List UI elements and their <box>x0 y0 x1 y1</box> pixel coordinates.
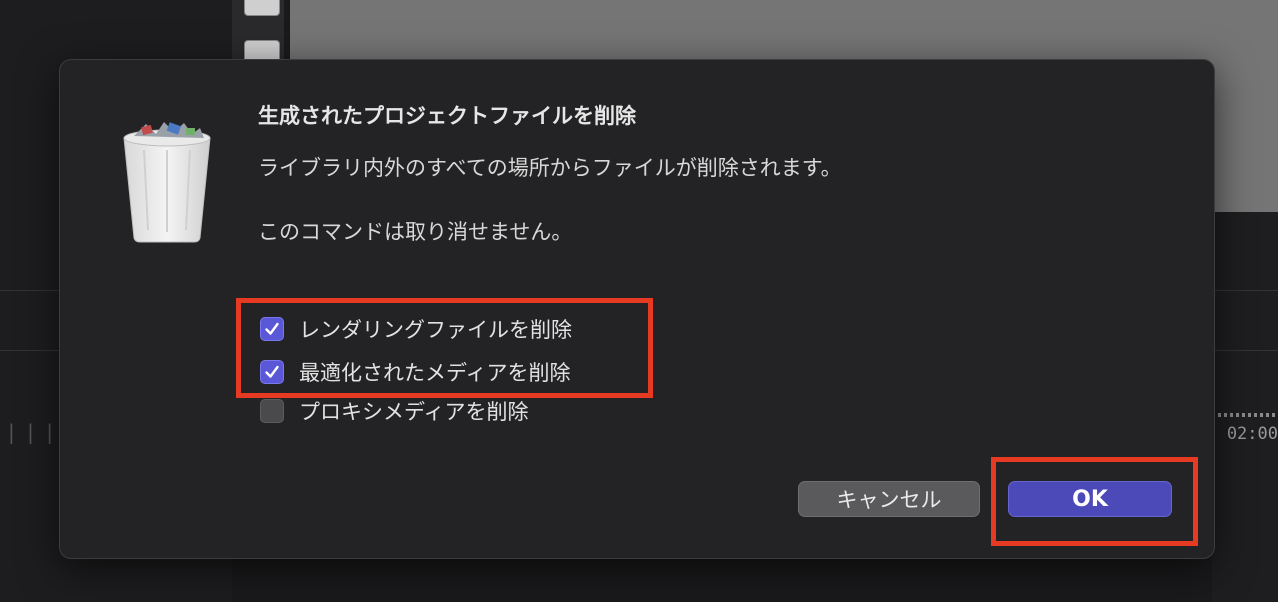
dialog-title: 生成されたプロジェクトファイルを削除 <box>258 104 636 128</box>
dialog-warning: このコマンドは取り消せません。 <box>258 220 573 244</box>
background-thumbnail <box>244 0 280 16</box>
background-inspector <box>1212 212 1278 602</box>
trash-icon <box>123 122 211 243</box>
background-ruler <box>1212 413 1278 417</box>
ok-highlight-box <box>991 457 1198 546</box>
background-timecode: 02:00 <box>1226 424 1278 444</box>
proxy-media-label: プロキシメディアを削除 <box>299 400 529 424</box>
cancel-button[interactable]: キャンセル <box>798 481 980 517</box>
checkbox-highlight-box <box>236 298 653 398</box>
option-delete-proxy-media[interactable]: プロキシメディアを削除 <box>260 398 529 424</box>
dialog-message: ライブラリ内外のすべての場所からファイルが削除されます。 <box>258 156 842 180</box>
delete-generated-files-dialog: 生成されたプロジェクトファイルを削除 ライブラリ内外のすべての場所からファイルが… <box>59 59 1215 559</box>
background-timeline-ticks: | | | <box>8 420 56 444</box>
proxy-media-checkbox[interactable] <box>260 399 284 423</box>
